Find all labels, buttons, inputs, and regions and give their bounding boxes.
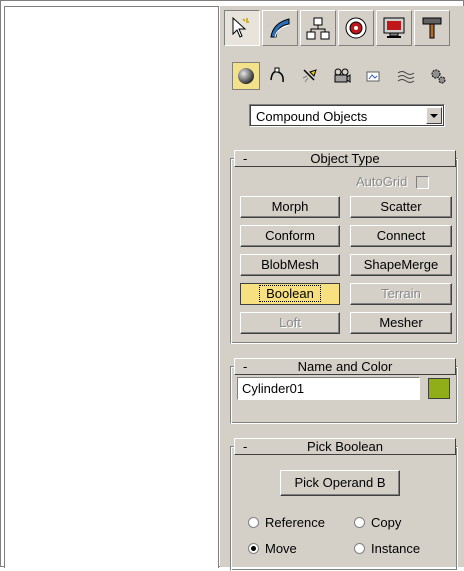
category-spacewarps[interactable] [392, 62, 420, 90]
radio-button[interactable] [248, 543, 259, 554]
category-shapes[interactable] [264, 62, 292, 90]
motion-icon [345, 17, 367, 39]
category-lights[interactable] [296, 62, 324, 90]
shapes-icon [270, 67, 284, 83]
loft-button[interactable]: Loft [240, 312, 340, 334]
lights-icon [302, 69, 317, 83]
cameras-icon [334, 68, 351, 83]
modify-bend-icon [270, 18, 290, 38]
viewport[interactable] [4, 6, 219, 568]
systems-icon [431, 69, 446, 84]
rollout-title: Object Type [310, 151, 380, 166]
object-color-swatch[interactable] [428, 378, 450, 399]
category-geometry[interactable] [232, 62, 260, 90]
radio-button[interactable] [354, 543, 365, 554]
category-dropdown-value: Compound Objects [256, 109, 368, 124]
tab-create[interactable] [224, 10, 260, 46]
command-panel: Compound Objects - Object Type AutoGrid … [220, 6, 464, 571]
radio-button[interactable] [354, 517, 365, 528]
space-warps-icon [397, 71, 415, 83]
radio-reference[interactable]: Reference [248, 515, 325, 530]
display-monitor-icon [383, 17, 405, 38]
radio-copy[interactable]: Copy [354, 515, 401, 530]
category-helpers[interactable] [360, 62, 388, 90]
name-color-header[interactable]: - Name and Color [234, 358, 456, 375]
radio-move[interactable]: Move [248, 541, 297, 556]
rollout-title: Pick Boolean [307, 439, 383, 454]
radio-label: Copy [371, 515, 402, 530]
conform-button[interactable]: Conform [240, 225, 340, 247]
mesher-button[interactable]: Mesher [350, 312, 452, 334]
hierarchy-icon [306, 17, 330, 40]
scatter-button[interactable]: Scatter [350, 196, 452, 218]
category-cameras[interactable] [328, 62, 356, 90]
terrain-button[interactable]: Terrain [350, 283, 452, 305]
create-cursor-icon [232, 16, 249, 38]
chevron-down-icon[interactable] [426, 107, 442, 124]
tab-modify[interactable] [262, 10, 298, 46]
boolean-button[interactable]: Boolean [240, 283, 340, 305]
morph-button[interactable]: Morph [240, 196, 340, 218]
create-categories [232, 62, 460, 90]
category-dropdown[interactable]: Compound Objects [249, 104, 445, 127]
helpers-icon [366, 71, 380, 82]
tab-motion[interactable] [338, 10, 374, 46]
autogrid-label: AutoGrid [356, 174, 408, 189]
boolean-button-label: Boolean [259, 285, 321, 302]
radio-label: Reference [265, 515, 325, 530]
radio-label: Move [265, 541, 297, 556]
tab-utilities[interactable] [414, 10, 450, 46]
radio-instance[interactable]: Instance [354, 541, 420, 556]
pick-operand-b-button[interactable]: Pick Operand B [280, 470, 400, 496]
tab-hierarchy[interactable] [300, 10, 336, 46]
main-tabs [224, 10, 460, 48]
object-type-header[interactable]: - Object Type [234, 150, 456, 167]
connect-button[interactable]: Connect [350, 225, 452, 247]
pick-boolean-header[interactable]: - Pick Boolean [234, 438, 456, 455]
rollout-title: Name and Color [297, 359, 393, 374]
object-name-field[interactable]: Cylinder01 [237, 377, 420, 400]
autogrid-checkbox[interactable] [416, 176, 429, 189]
pick-boolean-rollout: - Pick Boolean Pick Operand B Reference … [230, 438, 458, 571]
object-type-rollout: - Object Type AutoGrid Morph Scatter Con… [230, 150, 458, 344]
shapemerge-button[interactable]: ShapeMerge [350, 254, 452, 276]
category-systems[interactable] [424, 62, 452, 90]
geometry-sphere-icon [238, 68, 254, 84]
tab-display[interactable] [376, 10, 412, 46]
blobmesh-button[interactable]: BlobMesh [240, 254, 340, 276]
radio-label: Instance [371, 541, 421, 556]
utilities-hammer-icon [422, 17, 442, 39]
name-color-rollout: - Name and Color Cylinder01 [230, 358, 458, 424]
radio-button[interactable] [248, 517, 259, 528]
